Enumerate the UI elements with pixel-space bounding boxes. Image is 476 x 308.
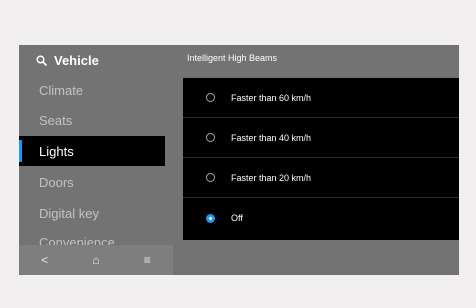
- option-label: Faster than 60 km/h: [231, 92, 312, 103]
- back-icon: <: [41, 253, 49, 267]
- high-beam-options-list: Faster than 60 km/h Faster than 40 km/h …: [183, 78, 459, 240]
- settings-sidebar: Vehicle Climate Seats Lights Doors Digit…: [19, 45, 179, 275]
- sidebar-item-label: Digital key: [39, 205, 99, 221]
- sidebar-item-climate[interactable]: Climate: [19, 75, 165, 105]
- sidebar-item-label: Lights: [39, 143, 74, 159]
- sidebar-header-label: Vehicle: [54, 52, 99, 68]
- radio-button-icon[interactable]: [206, 173, 215, 182]
- search-icon[interactable]: [36, 54, 47, 66]
- option-label: Faster than 20 km/h: [231, 172, 312, 183]
- home-button[interactable]: ⌂: [81, 248, 111, 272]
- sidebar-item-label: Climate: [39, 82, 84, 98]
- back-button[interactable]: <: [30, 248, 60, 272]
- option-faster-than-60[interactable]: Faster than 60 km/h: [183, 78, 459, 118]
- radio-button-checked-icon[interactable]: [206, 213, 215, 223]
- sidebar-item-doors[interactable]: Doors: [19, 167, 165, 197]
- option-off[interactable]: Off: [183, 198, 459, 238]
- menu-button[interactable]: ≡: [132, 248, 162, 272]
- option-label: Faster than 40 km/h: [231, 132, 312, 143]
- sidebar-item-lights[interactable]: Lights: [19, 136, 165, 166]
- vehicle-settings-screen: Vehicle Climate Seats Lights Doors Digit…: [19, 45, 459, 275]
- sidebar-header[interactable]: Vehicle: [36, 50, 99, 70]
- radio-button-icon[interactable]: [206, 93, 215, 102]
- selection-indicator: [19, 140, 22, 162]
- sidebar-item-seats[interactable]: Seats: [19, 105, 165, 135]
- sidebar-item-label: Doors: [39, 174, 74, 190]
- option-faster-than-20[interactable]: Faster than 20 km/h: [183, 158, 459, 198]
- section-title: Intelligent High Beams: [187, 53, 278, 63]
- bottom-nav-bar: < ⌂ ≡: [19, 245, 173, 275]
- home-icon: ⌂: [92, 253, 100, 267]
- option-faster-than-40[interactable]: Faster than 40 km/h: [183, 118, 459, 158]
- sidebar-item-digital-key[interactable]: Digital key: [19, 198, 165, 228]
- sidebar-item-label: Seats: [39, 112, 73, 128]
- menu-icon: ≡: [143, 253, 151, 267]
- radio-button-icon[interactable]: [206, 133, 215, 142]
- option-label: Off: [231, 213, 243, 223]
